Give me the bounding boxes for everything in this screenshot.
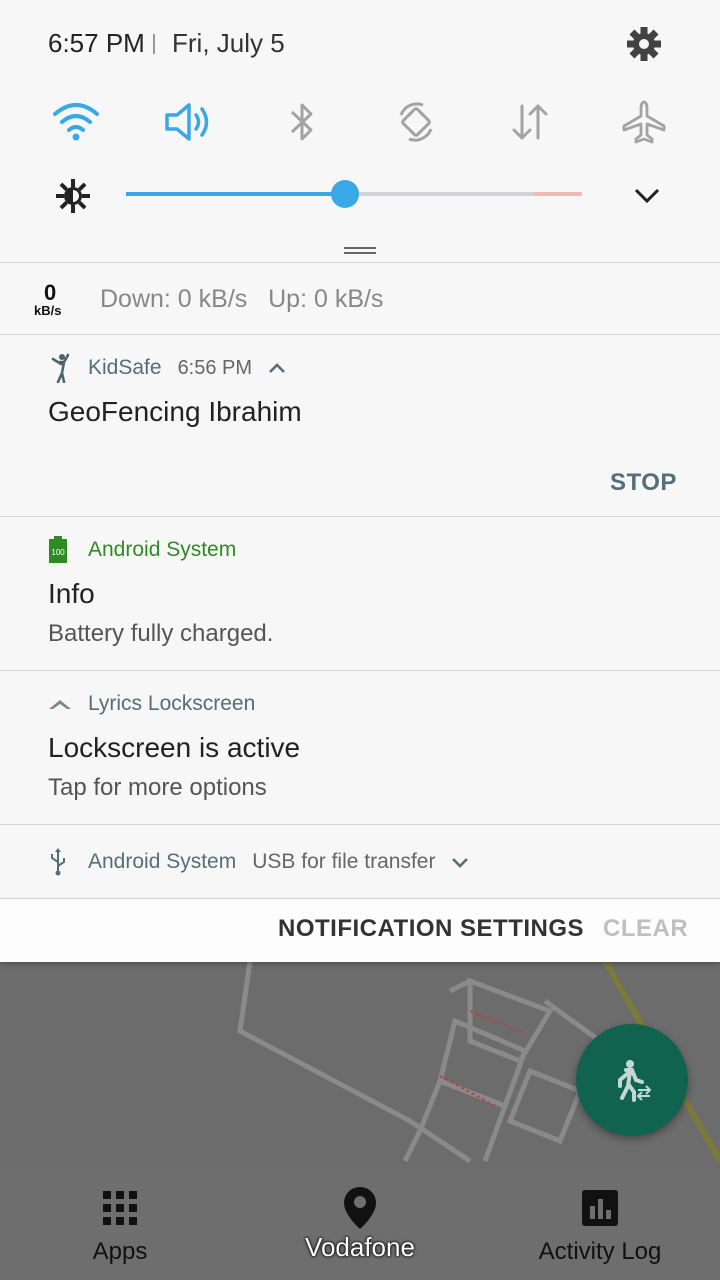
nav-apps[interactable]: Apps bbox=[60, 1168, 180, 1280]
airplane-mode-toggle[interactable] bbox=[614, 94, 674, 150]
walking-person-icon bbox=[618, 1060, 652, 1102]
notification-text: Battery fully charged. bbox=[48, 620, 274, 647]
clock: 6:57 PM bbox=[48, 28, 145, 58]
kidsafe-app-icon bbox=[48, 353, 76, 383]
usb-icon bbox=[48, 847, 76, 877]
divider bbox=[0, 516, 720, 517]
notification-header: Android System USB for file transfer bbox=[48, 845, 469, 879]
airplane-mode-icon bbox=[622, 100, 666, 144]
auto-rotate-toggle[interactable] bbox=[386, 94, 446, 150]
brightness-track-high[interactable] bbox=[534, 192, 582, 196]
wifi-icon bbox=[53, 103, 99, 141]
notification-header: 100 Android System bbox=[48, 533, 236, 567]
bluetooth-icon bbox=[290, 103, 313, 141]
notification-app-name: Android System bbox=[88, 538, 237, 561]
divider bbox=[0, 334, 720, 335]
brightness-row bbox=[0, 160, 720, 230]
battery-icon: 100 bbox=[48, 535, 76, 565]
toast-message: Vodafone bbox=[305, 1232, 415, 1262]
apps-grid-icon bbox=[103, 1191, 137, 1225]
notification-app-name: KidSafe bbox=[88, 356, 162, 379]
mobile-data-icon bbox=[512, 104, 548, 140]
location-pin-icon bbox=[344, 1187, 376, 1229]
netspeed-text: Down: 0 kB/s Up: 0 kB/s bbox=[100, 285, 384, 313]
auto-rotate-icon bbox=[399, 102, 433, 142]
notification-text: USB for file transfer bbox=[252, 850, 436, 873]
mobile-data-toggle[interactable] bbox=[500, 94, 560, 150]
expand-chevron-icon[interactable] bbox=[451, 850, 469, 874]
brightness-icon bbox=[54, 177, 92, 215]
divider bbox=[0, 824, 720, 825]
sound-toggle[interactable] bbox=[158, 94, 218, 150]
notification-header: KidSafe 6:56 PM bbox=[48, 351, 286, 385]
sound-icon bbox=[165, 103, 209, 141]
divider bbox=[0, 670, 720, 671]
notification-app-name: Lyrics Lockscreen bbox=[88, 692, 256, 715]
notification-app-name: Android System bbox=[88, 850, 237, 873]
brightness-track[interactable] bbox=[344, 192, 534, 196]
date: Fri, July 5 bbox=[172, 28, 285, 58]
settings-gear-icon[interactable] bbox=[622, 22, 666, 66]
notification-time: 6:56 PM bbox=[177, 356, 253, 379]
notification-title: GeoFencing Ibrahim bbox=[48, 396, 302, 427]
bar-chart-icon bbox=[582, 1190, 618, 1226]
notification-shade: 6:57 PM Fri, July 5 0 kB/s Down: 0 kB/s … bbox=[0, 0, 720, 962]
stop-button[interactable]: STOP bbox=[610, 469, 677, 497]
notification-text: Tap for more options bbox=[48, 774, 267, 801]
battery-level-text: 100 bbox=[51, 548, 65, 557]
bluetooth-toggle[interactable] bbox=[272, 94, 332, 150]
collapse-chevron-icon[interactable] bbox=[268, 356, 286, 380]
expand-chevron-icon[interactable] bbox=[630, 180, 664, 210]
netspeed-unit: kB/s bbox=[34, 303, 62, 318]
notification-title: Info bbox=[48, 578, 95, 609]
geofence-walk-fab[interactable] bbox=[576, 1024, 688, 1136]
wifi-toggle[interactable] bbox=[46, 94, 106, 150]
notification-settings-button[interactable]: NOTIFICATION SETTINGS bbox=[278, 915, 584, 943]
brightness-track-filled[interactable] bbox=[126, 192, 344, 196]
notification-header: Lyrics Lockscreen bbox=[48, 687, 255, 721]
drag-handle[interactable] bbox=[344, 242, 376, 254]
status-header: 6:57 PM Fri, July 5 bbox=[0, 0, 720, 90]
nav-location[interactable] bbox=[320, 1168, 400, 1280]
divider bbox=[0, 262, 720, 263]
bottom-navigation: Apps Activity Log bbox=[0, 1168, 720, 1280]
divider bbox=[153, 34, 155, 54]
brightness-slider-thumb[interactable] bbox=[331, 180, 359, 208]
notification-title: Lockscreen is active bbox=[48, 732, 301, 763]
lyrics-app-icon bbox=[48, 689, 76, 719]
notification-footer: NOTIFICATION SETTINGS CLEAR bbox=[0, 898, 720, 962]
nav-activity-log[interactable]: Activity Log bbox=[530, 1168, 670, 1280]
clear-button[interactable]: CLEAR bbox=[603, 915, 688, 943]
